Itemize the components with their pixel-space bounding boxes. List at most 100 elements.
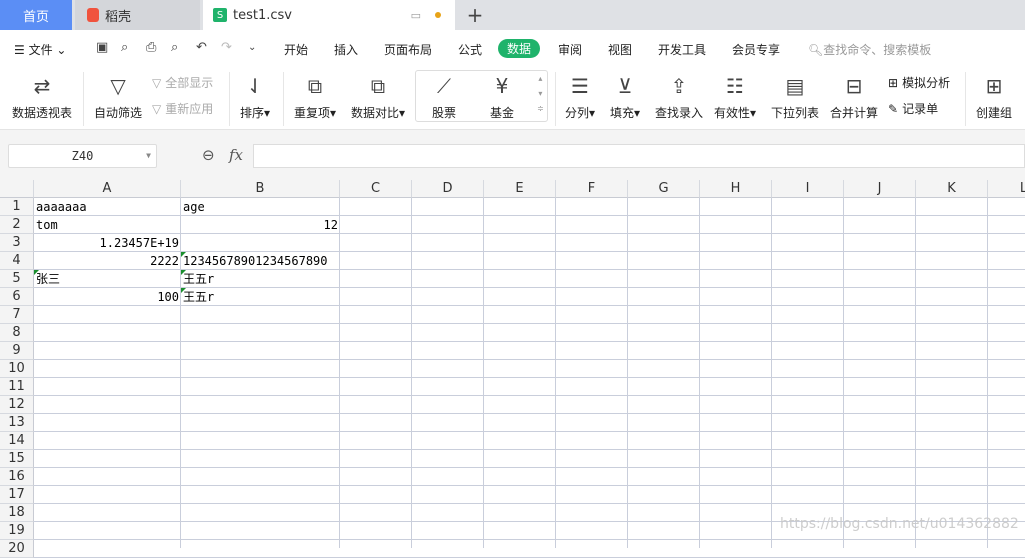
row-header-5[interactable]: 5 [0,270,34,288]
row-header-2[interactable]: 2 [0,216,34,234]
save-icon[interactable]: ▣ [96,40,108,55]
column-header-F[interactable]: F [556,180,628,198]
more-icon[interactable]: ⌄ [248,42,256,53]
tab-test1-csv[interactable]: Stest1.csv ▭ [203,0,455,30]
reapply-button[interactable]: ▽ 重新应用 [152,100,213,117]
create-group-button[interactable]: ⊞ 创建组 [976,72,1012,121]
row-header-9[interactable]: 9 [0,342,34,360]
validity-button[interactable]: ☷ 有效性▾ [714,72,756,121]
menu-view[interactable]: 视图 [608,41,632,58]
fund-button[interactable]: ¥ 基金 [490,72,514,121]
pivot-icon: ⇄ [33,74,51,98]
cell-A4[interactable]: 2222 [34,252,181,270]
consolidate-button[interactable]: ⊟ 合并计算 [830,72,878,121]
upload-icon: ⇪ [670,74,688,98]
stock-button[interactable]: ⟋ 股票 [432,72,456,121]
formula-input[interactable] [253,144,1025,168]
menu-formula[interactable]: 公式 [458,41,482,58]
column-header-A[interactable]: A [34,180,181,198]
column-header-D[interactable]: D [412,180,484,198]
divider [83,72,84,126]
row-header-19[interactable]: 19 [0,522,34,540]
column-header-K[interactable]: K [916,180,988,198]
row-header-11[interactable]: 11 [0,378,34,396]
row-header-3[interactable]: 3 [0,234,34,252]
menu-data[interactable]: 数据 [498,39,541,58]
name-box[interactable]: Z40 ▼ [8,144,157,168]
column-header-B[interactable]: B [181,180,340,198]
column-header-G[interactable]: G [628,180,700,198]
row-header-1[interactable]: 1 [0,198,34,216]
cell-B2[interactable]: 12 [181,216,340,234]
row-header-20[interactable]: 20 [0,540,34,558]
new-tab-button[interactable]: + [460,0,490,30]
cell-A1[interactable]: aaaaaaa [34,198,89,216]
zoom-icon[interactable]: ⊖ [202,146,215,164]
duplicates-button[interactable]: ⧉ 重复项▾ [294,72,336,121]
row-header-4[interactable]: 4 [0,252,34,270]
column-header-C[interactable]: C [340,180,412,198]
row-header-13[interactable]: 13 [0,414,34,432]
yen-icon: ¥ [495,74,509,98]
select-all-corner[interactable] [0,180,34,198]
format-painter-icon[interactable]: ⌕ [121,40,128,55]
gridline [34,359,1025,360]
menu-developer[interactable]: 开发工具 [658,41,706,58]
down-icon[interactable]: ▾ [538,89,542,98]
print-icon[interactable]: ⎙ [146,40,156,55]
chevron-down-icon[interactable]: ▼ [146,145,151,167]
command-search[interactable]: 🔍︎查找命令、搜索模板 [808,41,931,58]
cell-B6[interactable]: 王五r [181,288,216,306]
monitor-icon[interactable]: ▭ [411,9,421,22]
row-header-16[interactable]: 16 [0,468,34,486]
row-header-12[interactable]: 12 [0,396,34,414]
row-header-10[interactable]: 10 [0,360,34,378]
lookup-entry-button[interactable]: ⇪ 查找录入 [655,72,703,121]
row-header-6[interactable]: 6 [0,288,34,306]
column-header-E[interactable]: E [484,180,556,198]
cell-A3[interactable]: 1.23457E+19 [34,234,181,252]
compare-button[interactable]: ⧉ 数据对比▾ [351,72,405,121]
cell-B4[interactable]: 12345678901234567890 [181,252,330,270]
what-if-button[interactable]: ⊞ 模拟分析 [888,74,950,91]
menu-member[interactable]: 会员专享 [732,41,780,58]
column-header-I[interactable]: I [772,180,844,198]
autofilter-button[interactable]: ▽ 自动筛选 [94,72,142,121]
row-header-7[interactable]: 7 [0,306,34,324]
tab-home[interactable]: 首页 [0,0,72,30]
cell-B5[interactable]: 王五r [181,270,216,288]
column-header-L[interactable]: L [988,180,1025,198]
redo-icon[interactable]: ↷ [221,40,232,55]
fill-button[interactable]: ⊻ 填充▾ [610,72,640,121]
menu-insert[interactable]: 插入 [334,41,358,58]
gallery-scroll[interactable]: ▴ ▾ ≑ [537,74,544,113]
split-button[interactable]: ☰ 分列▾ [565,72,595,121]
column-header-J[interactable]: J [844,180,916,198]
cell-A2[interactable]: tom [34,216,60,234]
pivot-table-button[interactable]: ⇄ 数据透视表 [12,72,72,121]
dropdown-list-button[interactable]: ▤ 下拉列表 [771,72,819,121]
record-form-button[interactable]: ✎ 记录单 [888,100,938,117]
expand-icon[interactable]: ≑ [537,104,544,113]
up-icon[interactable]: ▴ [538,74,542,83]
cell-B1[interactable]: age [181,198,207,216]
row-header-15[interactable]: 15 [0,450,34,468]
file-menu[interactable]: ☰ 文件 ⌄ [14,41,66,58]
fx-button[interactable]: fx [229,146,243,164]
row-header-14[interactable]: 14 [0,432,34,450]
row-header-17[interactable]: 17 [0,486,34,504]
menu-start[interactable]: 开始 [284,41,308,58]
row-header-18[interactable]: 18 [0,504,34,522]
show-all-button[interactable]: ▽ 全部显示 [152,74,213,91]
sort-button[interactable]: ⇃ 排序▾ [240,72,270,121]
row-header-8[interactable]: 8 [0,324,34,342]
menu-page-layout[interactable]: 页面布局 [384,41,432,58]
print-preview-icon[interactable]: ⌕ [171,40,178,55]
tab-docer[interactable]: 稻壳 [75,0,200,30]
cell-A6[interactable]: 100 [34,288,181,306]
menu-review[interactable]: 审阅 [558,41,582,58]
gridline [411,198,412,548]
gridline [34,449,1025,450]
column-header-H[interactable]: H [700,180,772,198]
undo-icon[interactable]: ↶ [196,40,207,55]
